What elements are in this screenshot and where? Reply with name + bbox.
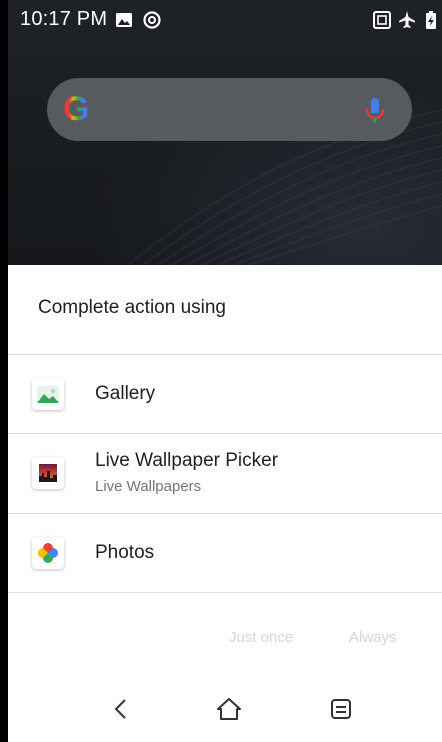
- chooser-title: Complete action using: [38, 297, 226, 318]
- screen: 10:17 PM G Complete action using Gallery…: [0, 0, 442, 742]
- live-wallpaper-icon: [32, 457, 64, 489]
- recents-icon[interactable]: [326, 694, 356, 724]
- divider: [8, 592, 442, 593]
- app-option-photos[interactable]: Photos: [8, 514, 442, 592]
- nfc-icon: [372, 10, 392, 30]
- google-search-bar[interactable]: G: [47, 78, 412, 141]
- app-label: Live Wallpaper Picker: [95, 450, 279, 471]
- photos-pinwheel-icon: [32, 537, 64, 569]
- status-time: 10:17 PM: [20, 8, 108, 30]
- gallery-icon: [32, 378, 64, 410]
- chooser-sheet: Complete action using Gallery Live Wallp…: [8, 265, 442, 742]
- navigation-bar: [8, 680, 442, 742]
- image-icon: [114, 10, 134, 30]
- app-option-live-wallpaper-picker[interactable]: Live Wallpaper Picker Live Wallpapers: [8, 434, 442, 512]
- google-logo: G: [63, 90, 90, 128]
- microphone-icon[interactable]: [364, 96, 386, 126]
- app-option-gallery[interactable]: Gallery: [8, 355, 442, 433]
- app-label: Gallery: [95, 383, 156, 404]
- app-sublabel: Live Wallpapers: [95, 478, 202, 495]
- status-bar: 10:17 PM: [8, 0, 442, 40]
- home-icon[interactable]: [214, 694, 244, 724]
- screen-edge: [0, 0, 8, 742]
- always-button[interactable]: Always: [349, 629, 397, 646]
- battery-charging-icon: [424, 10, 438, 30]
- airplane-mode-icon: [397, 10, 417, 30]
- app-label: Photos: [95, 542, 155, 563]
- at-sign-icon: [142, 10, 162, 30]
- just-once-button[interactable]: Just once: [229, 629, 293, 646]
- back-icon[interactable]: [106, 694, 136, 724]
